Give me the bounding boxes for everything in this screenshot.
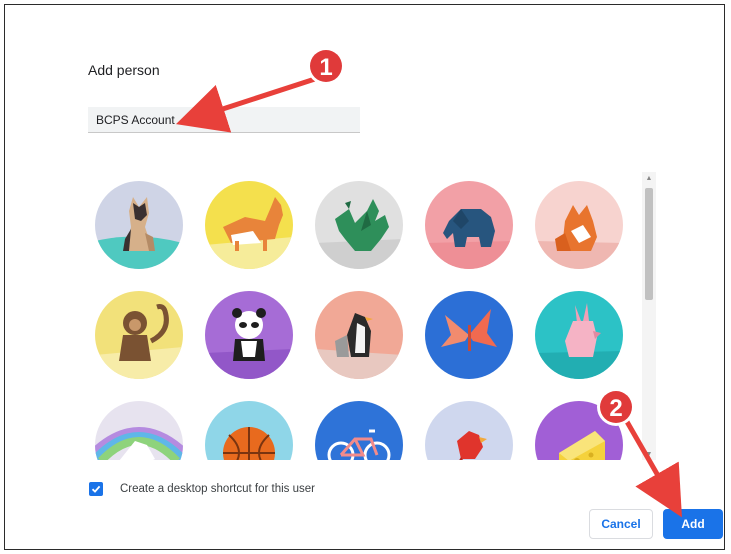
avatar-bird[interactable]	[425, 401, 513, 460]
avatar-dragon[interactable]	[315, 181, 403, 269]
add-button[interactable]: Add	[663, 509, 723, 539]
avatar-scrollbar[interactable]: ▲ ▼	[642, 172, 656, 460]
avatar-penguin[interactable]	[315, 291, 403, 379]
shortcut-label: Create a desktop shortcut for this user	[120, 483, 315, 495]
avatar-elephant[interactable]	[425, 181, 513, 269]
shortcut-option: Create a desktop shortcut for this user	[89, 482, 315, 496]
scroll-down-icon[interactable]: ▼	[642, 448, 656, 460]
avatar-corgi[interactable]	[205, 181, 293, 269]
avatar-rabbit[interactable]	[535, 291, 623, 379]
avatar-butterfly[interactable]	[425, 291, 513, 379]
shortcut-checkbox[interactable]	[89, 482, 103, 496]
avatar-basketball[interactable]	[205, 401, 293, 460]
avatar-cheese[interactable]	[535, 401, 623, 460]
scroll-thumb[interactable]	[645, 188, 653, 300]
avatar-bicycle[interactable]	[315, 401, 403, 460]
avatar-cat[interactable]	[95, 181, 183, 269]
cancel-button[interactable]: Cancel	[589, 509, 653, 539]
avatar-panda[interactable]	[205, 291, 293, 379]
avatar-unicorn[interactable]	[95, 401, 183, 460]
checkmark-icon	[91, 485, 101, 493]
scroll-up-icon[interactable]: ▲	[642, 172, 656, 184]
dialog-title: Add person	[88, 62, 160, 78]
avatar-monkey[interactable]	[95, 291, 183, 379]
name-input[interactable]	[88, 107, 360, 133]
avatar-grid	[86, 172, 631, 460]
avatar-fox[interactable]	[535, 181, 623, 269]
